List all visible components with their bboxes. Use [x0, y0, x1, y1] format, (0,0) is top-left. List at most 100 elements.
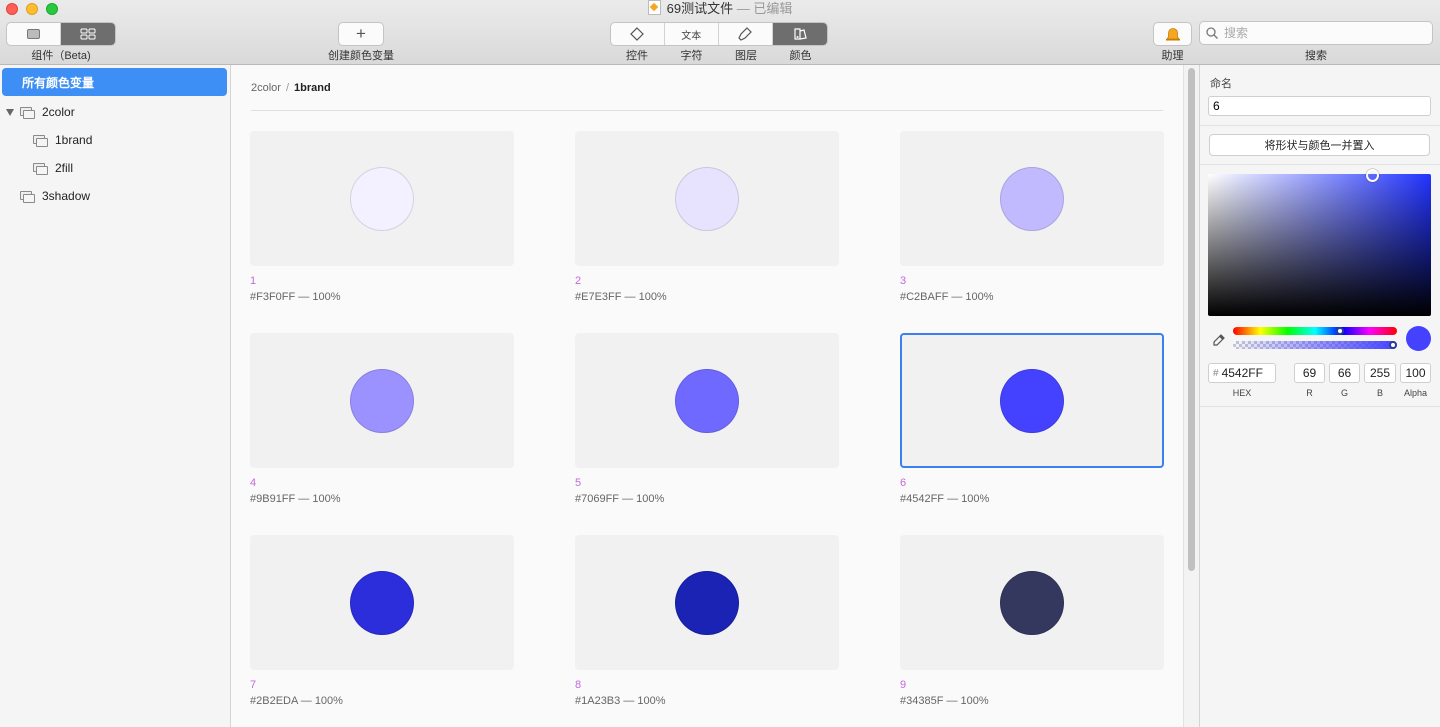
color-value: #2B2EDA — 100% — [250, 695, 343, 707]
tab-layers-label: 图层 — [735, 50, 757, 62]
folder-stack-icon — [20, 106, 35, 119]
color-value: #F3F0FF — 100% — [250, 291, 341, 303]
breadcrumb: 2color / 1brand — [251, 82, 331, 94]
color-palette-icon — [794, 28, 807, 40]
grid-view-icon — [80, 28, 96, 40]
window-title: 69测试文件 — 已编辑 — [0, 0, 1440, 17]
diamond-icon — [630, 27, 645, 41]
hue-slider[interactable] — [1233, 327, 1397, 335]
search-icon — [1206, 27, 1218, 39]
color-swatch — [675, 571, 739, 635]
hex-label: HEX — [1232, 388, 1252, 398]
color-swatch — [350, 369, 414, 433]
b-label: B — [1376, 388, 1383, 398]
folder-stack-icon — [33, 162, 48, 175]
sidebar-item-1brand[interactable]: 1brand — [33, 126, 92, 154]
color-card-9[interactable] — [900, 535, 1164, 670]
bell-icon — [1165, 28, 1180, 41]
color-card-7[interactable] — [250, 535, 514, 670]
hex-value: 4542FF — [1221, 366, 1263, 380]
disclosure-triangle-icon[interactable] — [6, 108, 14, 116]
color-value: #34385F — 100% — [900, 695, 989, 707]
color-card-1[interactable] — [250, 131, 514, 266]
brush-icon — [738, 27, 753, 41]
picker-handle[interactable] — [1366, 169, 1379, 182]
color-card-5[interactable] — [575, 333, 839, 468]
search-field[interactable] — [1199, 21, 1433, 45]
sidebar-item-label: 3shadow — [42, 189, 91, 203]
color-name: 9 — [900, 679, 907, 691]
sidebar-item-label: 2color — [42, 105, 75, 119]
color-name: 5 — [575, 477, 582, 489]
tab-layers[interactable] — [719, 23, 773, 45]
window-edited-status: — 已编辑 — [736, 1, 793, 16]
alpha-field[interactable]: 100 — [1400, 363, 1431, 383]
divider — [1200, 125, 1440, 126]
breadcrumb-parent[interactable]: 2color — [251, 82, 281, 94]
g-label: G — [1340, 388, 1348, 398]
color-swatch — [675, 167, 739, 231]
color-card-3[interactable] — [900, 131, 1164, 266]
g-field[interactable]: 66 — [1329, 363, 1360, 383]
components-view-switch — [6, 22, 116, 46]
tab-characters[interactable]: 文本 — [665, 23, 719, 45]
breadcrumb-current: 1brand — [294, 82, 331, 94]
alpha-slider[interactable] — [1233, 341, 1397, 349]
color-card-2[interactable] — [575, 131, 839, 266]
create-color-variable-label: 创建颜色变量 — [328, 50, 394, 62]
color-swatch — [1000, 571, 1064, 635]
eyedropper-icon[interactable] — [1212, 333, 1226, 347]
color-swatch — [1000, 167, 1064, 231]
color-name-input[interactable] — [1208, 96, 1431, 116]
hue-slider-handle[interactable] — [1335, 327, 1344, 335]
single-view-button[interactable] — [7, 23, 62, 45]
divider — [251, 110, 1163, 111]
name-label: 命名 — [1210, 78, 1232, 90]
sidebar-group-2color[interactable]: 2color — [6, 98, 75, 126]
assistant-button[interactable] — [1153, 22, 1192, 46]
grid-view-button[interactable] — [61, 23, 115, 45]
sidebar-item-label: 2fill — [55, 161, 74, 175]
sidebar-item-all-colors[interactable]: 所有颜色变量 — [2, 68, 227, 96]
divider — [1200, 164, 1440, 165]
color-swatch — [1000, 369, 1064, 433]
color-name: 1 — [250, 275, 257, 287]
create-color-variable-button[interactable]: + — [338, 22, 384, 46]
divider — [1200, 406, 1440, 407]
color-card-8[interactable] — [575, 535, 839, 670]
color-name: 8 — [575, 679, 582, 691]
alpha-slider-handle[interactable] — [1389, 341, 1397, 349]
current-color-swatch[interactable] — [1406, 326, 1431, 351]
scrollbar-track[interactable] — [1183, 65, 1199, 727]
document-icon — [647, 0, 661, 15]
components-label: 组件（Beta) — [31, 50, 91, 62]
tab-colors-label: 颜色 — [789, 50, 812, 62]
sidebar-item-2fill[interactable]: 2fill — [33, 154, 73, 182]
saturation-brightness-picker[interactable] — [1208, 169, 1431, 316]
tab-colors[interactable] — [772, 23, 827, 45]
r-field[interactable]: 69 — [1294, 363, 1325, 383]
color-card-6[interactable] — [900, 333, 1164, 468]
color-name: 2 — [575, 275, 582, 287]
search-input[interactable] — [1222, 25, 1426, 41]
color-name: 7 — [250, 679, 257, 691]
insert-shape-with-color-button[interactable]: 将形状与颜色一并置入 — [1209, 134, 1430, 156]
b-field[interactable]: 255 — [1364, 363, 1396, 383]
sidebar-group-3shadow[interactable]: 3shadow — [20, 182, 90, 210]
assistant-label: 助理 — [1161, 50, 1184, 62]
color-name: 6 — [900, 477, 907, 489]
alpha-label: Alpha — [1403, 388, 1428, 398]
color-card-4[interactable] — [250, 333, 514, 468]
tab-characters-label: 字符 — [680, 50, 703, 62]
color-swatch — [350, 167, 414, 231]
folder-stack-icon — [20, 190, 35, 203]
hex-field[interactable]: # 4542FF — [1208, 363, 1276, 383]
scrollbar-thumb[interactable] — [1188, 68, 1195, 571]
sidebar: 所有颜色变量 2color 1brand 2fill 3shadow — [0, 65, 231, 727]
single-view-icon — [26, 28, 40, 39]
library-tabs: 文本 — [610, 22, 828, 46]
hex-hash: # — [1213, 367, 1219, 379]
tab-controls[interactable] — [611, 23, 665, 45]
sidebar-item-label: 所有颜色变量 — [22, 75, 95, 90]
color-value: #1A23B3 — 100% — [575, 695, 666, 707]
